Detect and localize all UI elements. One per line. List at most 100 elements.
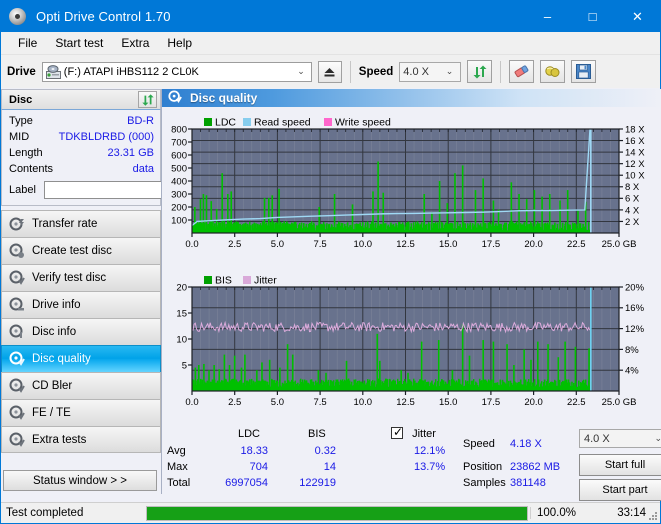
window-title: Opti Drive Control 1.70 [36,9,171,24]
sidebar-item-disc-quality[interactable]: Disc quality [1,345,161,372]
sidebar-item-label: FE / TE [32,407,71,419]
disc-icon [9,8,26,25]
position-stat-value: 23862 MB [510,461,561,474]
sidebar-item-extra-tests[interactable]: Extra tests [1,426,161,453]
disc-refresh-button[interactable] [138,91,157,108]
eject-icon [324,67,335,76]
menu-start-test[interactable]: Start test [46,33,112,53]
drive-select[interactable]: (F:) ATAPI iHBS112 2 CL0K ⌄ [41,61,312,82]
bis-total-value: 122919 [299,477,336,490]
svg-text:8%: 8% [625,345,639,356]
erase-button[interactable] [509,60,535,83]
main-panel: Disc quality 100 200 300 400 500 600 700 800 2 X… [161,89,661,502]
sidebar-item-label: Create test disc [32,245,112,257]
svg-text:10 X: 10 X [625,171,645,182]
menu-file[interactable]: File [9,33,46,53]
start-part-button[interactable]: Start part [579,479,661,502]
sidebar-item-label: Extra tests [32,433,87,446]
sidebar-item-transfer-rate[interactable]: Transfer rate [1,210,161,237]
disc-quality-icon [9,351,25,367]
maximize-button[interactable]: □ [570,1,615,32]
svg-text:15: 15 [176,309,187,320]
svg-text:100: 100 [171,216,187,227]
chevron-down-icon[interactable]: ⌄ [654,433,661,444]
sidebar-item-label: Transfer rate [32,218,98,230]
resize-grip-icon[interactable] [646,509,658,521]
sidebar-spacer [1,453,161,467]
charts-area: 100 200 300 400 500 600 700 800 2 X4 X6 X8 X 10 X… [162,107,661,424]
bis-max-value: 14 [323,461,336,474]
svg-text:22.5: 22.5 [567,397,586,408]
disc-drive-icon [9,297,25,313]
drive-value: (F:) ATAPI iHBS112 2 CL0K [63,65,199,78]
menu-help[interactable]: Help [158,33,201,53]
window-controls: – □ ✕ [525,1,660,32]
disc-type-value: BD-R [127,115,154,127]
svg-text:14 X: 14 X [625,148,645,159]
nav-list: Transfer rate Create test disc Verify te… [1,210,161,453]
sidebar-item-create-test-disc[interactable]: Create test disc [1,237,161,264]
disc-label-row: Label [9,179,247,201]
disc-row-type: Type BD-R [9,113,154,129]
disc-length-label: Length [9,147,43,159]
sidebar: Disc Type BD-R MID TDKBLDRBD (000) Lengt… [1,89,247,494]
page-title: Disc quality [190,91,258,106]
svg-text:BIS: BIS [215,275,232,287]
svg-text:17.5: 17.5 [482,397,501,408]
stats-row-total: Total [167,477,191,490]
stats-row-avg: Avg [167,445,186,458]
svg-text:10: 10 [176,335,187,346]
content-area: Disc Type BD-R MID TDKBLDRBD (000) Lengt… [1,89,661,502]
bulb-button[interactable] [540,60,566,83]
sidebar-item-fe-te[interactable]: FE / TE [1,399,161,426]
svg-text:2.5: 2.5 [228,239,241,250]
svg-text:5.0: 5.0 [271,239,284,250]
bulb-icon [545,66,560,77]
minimize-button[interactable]: – [525,1,570,32]
disc-info-box: Type BD-R MID TDKBLDRBD (000) Length 23.… [1,110,247,206]
speed-label: Speed [358,65,394,78]
disc-mid-value: TDKBLDRBD (000) [58,131,154,143]
svg-text:15.0: 15.0 [439,397,458,408]
svg-text:Write speed: Write speed [335,117,391,129]
chevron-down-icon[interactable]: ⌄ [446,66,454,77]
eject-button[interactable] [317,60,342,83]
disc-quality-icon [168,90,182,107]
sidebar-item-verify-test-disc[interactable]: Verify test disc [1,264,161,291]
svg-text:6 X: 6 X [625,194,640,205]
sidebar-item-cd-bler[interactable]: CD Bler [1,372,161,399]
disc-type-label: Type [9,115,33,127]
start-full-button[interactable]: Start full [579,454,661,477]
drive-label: Drive [7,65,36,78]
disc-info-icon [9,324,25,340]
test-speed-select[interactable]: 4.0 X ⌄ [579,429,661,449]
refresh-button[interactable] [467,60,493,83]
sidebar-item-drive-info[interactable]: Drive info [1,291,161,318]
svg-text:12%: 12% [625,324,645,335]
jitter-checkbox-row[interactable]: Jitter [391,425,436,440]
speed-select[interactable]: 4.0 X ⌄ [399,61,462,82]
svg-text:2.5: 2.5 [228,397,241,408]
bis-jitter-chart[interactable]: 5 10 15 20 4% 8% 12% 16% 20% 0.0 2.5 5.0 7.5 10.0 12.5… [162,265,661,423]
bis-avg-value: 0.32 [314,445,336,458]
jitter-checkbox[interactable] [391,425,403,440]
svg-text:17.5: 17.5 [482,239,501,250]
disc-transfer-icon [9,216,25,232]
disc-row-contents: Contents data [9,161,154,177]
svg-text:20.0: 20.0 [524,239,543,250]
disc-panel-title: Disc [9,93,33,106]
save-button[interactable] [571,60,597,83]
menu-extra[interactable]: Extra [112,33,158,53]
ldc-read-speed-chart[interactable]: 100 200 300 400 500 600 700 800 2 X4 X6 X8 X10 X… [162,107,661,265]
svg-text:18 X: 18 X [625,125,645,136]
toolbar-divider [349,60,351,83]
speed-stat-value: 4.18 X [510,438,542,451]
close-button[interactable]: ✕ [615,1,660,32]
position-stat-label: Position [463,461,503,474]
svg-text:300: 300 [171,190,187,201]
chevron-down-icon[interactable]: ⌄ [297,66,305,77]
status-window-button[interactable]: Status window > > [3,470,157,491]
disc-create-icon [9,243,25,259]
svg-text:0.0: 0.0 [185,397,198,408]
sidebar-item-disc-info[interactable]: Disc info [1,318,161,345]
